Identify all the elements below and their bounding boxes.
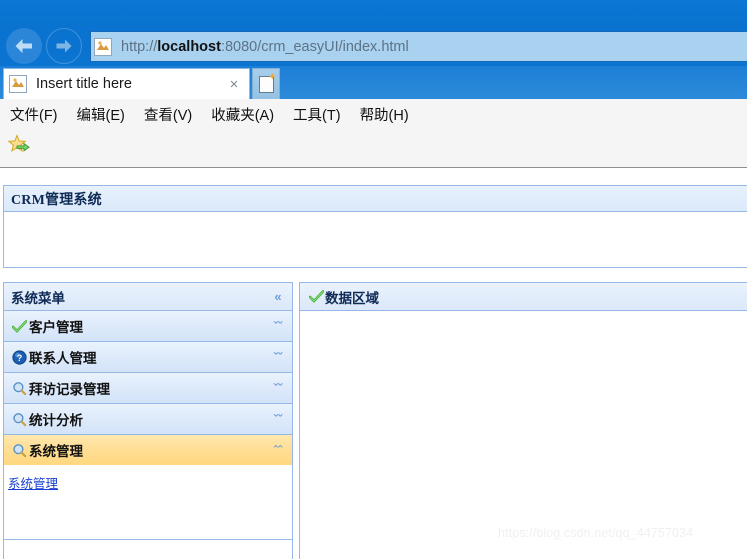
tab-title: Insert title here bbox=[36, 76, 132, 92]
menu-bar: 文件(F) 编辑(E) 查看(V) 收藏夹(A) 工具(T) 帮助(H) bbox=[0, 102, 428, 127]
sidebar-item-label: 客户管理 bbox=[29, 320, 83, 335]
sidebar-item-customer-management[interactable]: 客户管理 ˇˇ bbox=[4, 311, 292, 341]
collapse-left-icon[interactable]: « bbox=[270, 289, 286, 305]
sidebar-item-visit-record-management[interactable]: 拜访记录管理 ˇˇ bbox=[4, 373, 292, 403]
back-arrow-icon bbox=[15, 39, 32, 53]
forward-button[interactable] bbox=[46, 28, 82, 64]
accordion-item-system: 系统管理 ˆˆ 系统管理 bbox=[4, 435, 292, 540]
accordion-item-statistics: 统计分析 ˇˇ bbox=[4, 404, 292, 435]
accordion-item-contact: ? 联系人管理 ˇˇ bbox=[4, 342, 292, 373]
url-text: http://localhost:8080/crm_easyUI/index.h… bbox=[121, 39, 409, 55]
page-content: CRM管理系统 系统菜单 « 客户管理 ˇˇ ? 联系人管理 ˇˇ 拜访记录管理… bbox=[0, 169, 747, 559]
link-system-management[interactable]: 系统管理 bbox=[8, 477, 58, 491]
url-suffix: :8080/crm_easyUI/index.html bbox=[220, 38, 409, 55]
navigation-row: █ http://localhost:8080/crm_easyUI/index… bbox=[0, 26, 747, 66]
sidebar-item-label: 拜访记录管理 bbox=[29, 382, 110, 397]
address-bar[interactable]: █ http://localhost:8080/crm_easyUI/index… bbox=[90, 31, 747, 62]
accordion-item-visit-record: 拜访记录管理 ˇˇ bbox=[4, 373, 292, 404]
west-panel-header: 系统菜单 « bbox=[4, 283, 292, 311]
west-panel: 系统菜单 « 客户管理 ˇˇ ? 联系人管理 ˇˇ 拜访记录管理 ˇˇ 统计分析… bbox=[3, 282, 293, 559]
tab-strip: Insert title here × ✦ bbox=[0, 66, 747, 99]
menu-tools[interactable]: 工具(T) bbox=[293, 104, 341, 125]
sidebar-item-label: 联系人管理 bbox=[29, 351, 97, 366]
menu-help[interactable]: 帮助(H) bbox=[360, 104, 409, 125]
star-arrow-icon bbox=[7, 134, 30, 153]
blue-help-icon: ? bbox=[10, 349, 28, 365]
sidebar-item-label: 系统管理 bbox=[29, 444, 83, 459]
url-host: localhost bbox=[157, 38, 221, 55]
new-tab-star-icon: ✦ bbox=[268, 71, 277, 83]
new-tab-button[interactable]: ✦ bbox=[252, 68, 280, 99]
sidebar-item-statistics-analysis[interactable]: 统计分析 ˇˇ bbox=[4, 404, 292, 434]
url-prefix: http:// bbox=[121, 38, 158, 55]
menu-favorites[interactable]: 收藏夹(A) bbox=[211, 104, 274, 125]
tab-insert-title-here[interactable]: Insert title here × bbox=[3, 68, 250, 99]
chevron-double-up-icon[interactable]: ˆˆ bbox=[270, 442, 286, 458]
north-panel: CRM管理系统 bbox=[3, 185, 747, 268]
north-panel-header: CRM管理系统 bbox=[4, 186, 747, 212]
search-icon bbox=[10, 442, 28, 458]
page-favicon-icon: █ bbox=[94, 37, 112, 56]
chevron-double-down-icon[interactable]: ˇˇ bbox=[270, 380, 286, 396]
chevron-double-down-icon[interactable]: ˇˇ bbox=[270, 411, 286, 427]
chevron-double-left-icon: « bbox=[274, 289, 282, 304]
menu-edit[interactable]: 编辑(E) bbox=[77, 104, 125, 125]
search-icon bbox=[10, 380, 28, 396]
svg-text:?: ? bbox=[16, 353, 22, 363]
back-button[interactable] bbox=[6, 28, 42, 64]
search-icon bbox=[10, 411, 28, 427]
menu-view[interactable]: 查看(V) bbox=[144, 104, 192, 125]
sidebar-title: 系统菜单 bbox=[11, 290, 65, 306]
favorites-toolbar bbox=[6, 130, 32, 160]
tab-favicon-icon bbox=[9, 75, 27, 93]
chevron-double-down-icon[interactable]: ˇˇ bbox=[270, 318, 286, 334]
forward-arrow-icon bbox=[56, 39, 72, 53]
new-tab-icon: ✦ bbox=[258, 71, 277, 93]
chevron-double-down-icon[interactable]: ˇˇ bbox=[270, 349, 286, 365]
center-panel-header: 数据区域 bbox=[300, 283, 747, 311]
green-check-icon bbox=[307, 289, 325, 305]
watermark: https://blog.csdn.net/qq_44757034 bbox=[498, 526, 694, 540]
center-panel: 数据区域 bbox=[299, 282, 747, 559]
browser-chrome: █ http://localhost:8080/crm_easyUI/index… bbox=[0, 0, 747, 66]
close-icon[interactable]: × bbox=[223, 77, 245, 92]
menu-file[interactable]: 文件(F) bbox=[10, 104, 58, 125]
sidebar-item-system-management[interactable]: 系统管理 ˆˆ bbox=[4, 435, 292, 465]
center-panel-body bbox=[300, 311, 747, 559]
green-check-icon bbox=[10, 318, 28, 334]
data-area-title: 数据区域 bbox=[325, 290, 379, 306]
page-title: CRM管理系统 bbox=[11, 192, 102, 208]
menu-area: 文件(F) 编辑(E) 查看(V) 收藏夹(A) 工具(T) 帮助(H) bbox=[0, 99, 747, 168]
add-to-favorites-button[interactable] bbox=[6, 132, 32, 158]
accordion-body-system: 系统管理 bbox=[4, 465, 292, 539]
sidebar-item-contact-management[interactable]: ? 联系人管理 ˇˇ bbox=[4, 342, 292, 372]
sidebar-item-label: 统计分析 bbox=[29, 413, 83, 428]
accordion-item-customer: 客户管理 ˇˇ bbox=[4, 311, 292, 342]
north-panel-body bbox=[4, 212, 747, 267]
